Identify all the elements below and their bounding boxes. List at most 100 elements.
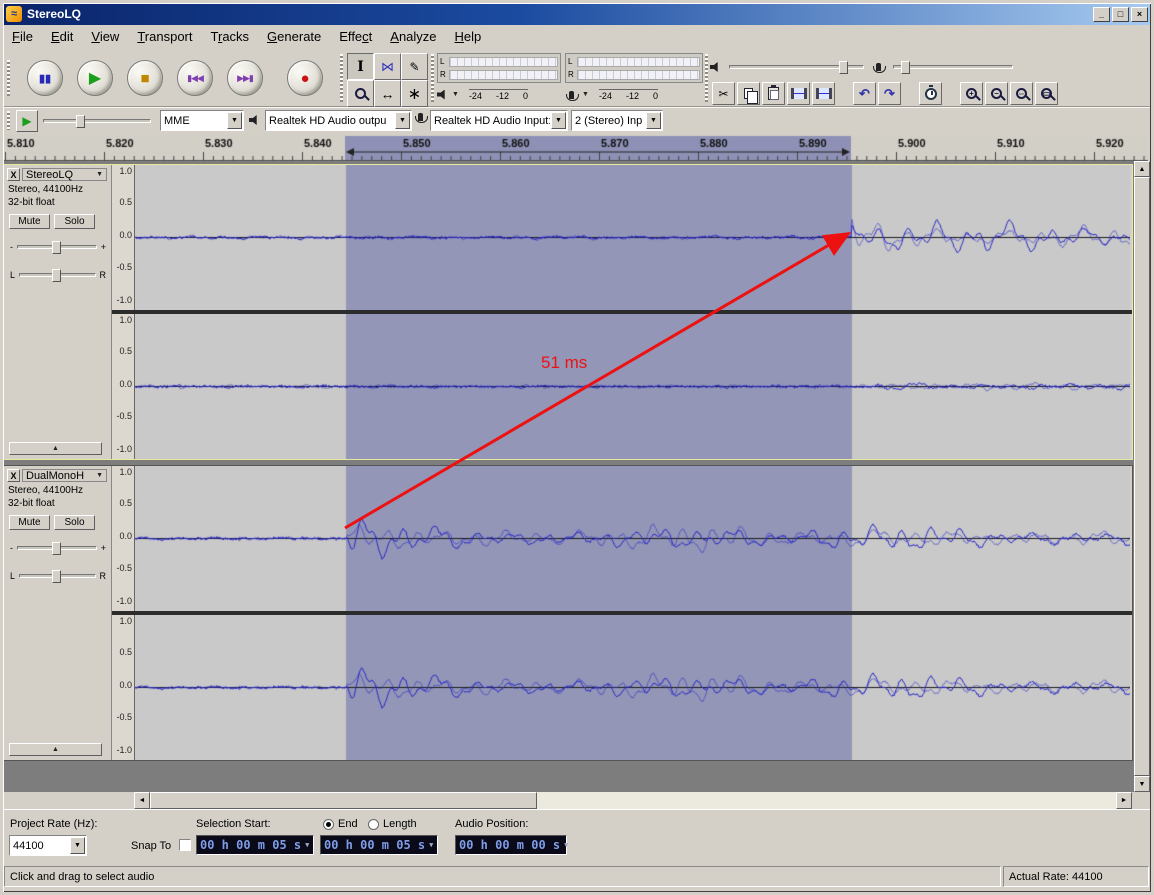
pan-slider[interactable]: L R <box>10 267 106 283</box>
input-device-select[interactable]: Realtek HD Audio Input: ▼ <box>430 110 568 131</box>
chevron-down-icon[interactable]: ▼ <box>395 112 410 129</box>
timer-record-button[interactable] <box>919 82 942 105</box>
snap-to-checkbox[interactable] <box>179 839 191 851</box>
track-collapse-button[interactable]: ▲ <box>9 743 102 756</box>
silence-button[interactable] <box>812 82 835 105</box>
envelope-tool-button[interactable]: ⋈ <box>374 53 401 80</box>
track-close-button[interactable]: X <box>7 469 20 482</box>
waveform-canvas[interactable] <box>135 466 1130 611</box>
project-rate-select[interactable]: 44100 ▼ <box>9 835 87 856</box>
playback-speed-slider[interactable] <box>43 115 151 128</box>
slider-thumb[interactable] <box>52 570 62 583</box>
waveform-canvas[interactable] <box>135 615 1130 760</box>
pause-button[interactable]: ▮▮ <box>27 60 63 96</box>
audio-host-select[interactable]: MME ▼ <box>160 110 244 131</box>
slider-thumb[interactable] <box>51 241 61 254</box>
chevron-down-icon[interactable]: ▼ <box>70 837 85 854</box>
zoom-out-button[interactable]: − <box>985 82 1008 105</box>
radio-end[interactable] <box>323 819 334 830</box>
minimize-button[interactable]: _ <box>1093 6 1110 22</box>
mute-button[interactable]: Mute <box>9 515 50 530</box>
scroll-left-icon[interactable]: ◄ <box>134 792 150 809</box>
stop-button[interactable]: ■ <box>127 60 163 96</box>
toolbar-grip[interactable] <box>7 60 10 96</box>
track-menu-button[interactable]: StereoLQ ▼ <box>22 168 107 181</box>
vertical-scrollbar[interactable]: ▲ ▼ <box>1134 161 1150 792</box>
gain-slider[interactable]: - + <box>10 239 106 255</box>
chevron-down-icon[interactable]: ▼ <box>646 112 661 129</box>
selection-start-field[interactable]: 00 h 00 m 05 s ▼ <box>196 835 314 855</box>
input-channels-select[interactable]: 2 (Stereo) Inp ▼ <box>571 110 663 131</box>
chevron-down-icon[interactable]: ▼ <box>564 841 568 849</box>
slider-thumb[interactable] <box>839 61 849 74</box>
chevron-down-icon[interactable]: ▼ <box>551 112 566 129</box>
cut-button[interactable]: ✂ <box>712 82 735 105</box>
maximize-button[interactable]: □ <box>1112 6 1129 22</box>
gain-slider[interactable]: - + <box>10 540 106 556</box>
toolbar-grip[interactable] <box>431 54 434 102</box>
timeshift-tool-button[interactable]: ↔ <box>374 80 401 107</box>
draw-tool-button[interactable]: ✎ <box>401 53 428 80</box>
toolbar-grip[interactable] <box>340 54 343 102</box>
scroll-up-icon[interactable]: ▲ <box>1134 161 1150 177</box>
toolbar-grip[interactable] <box>705 54 708 102</box>
paste-button[interactable] <box>762 82 785 105</box>
skip-to-end-button[interactable]: ▶▶▮ <box>227 60 263 96</box>
slider-thumb[interactable] <box>52 269 62 282</box>
menu-help[interactable]: Help <box>446 27 491 46</box>
menu-file[interactable]: File <box>3 27 42 46</box>
close-button[interactable]: × <box>1131 6 1148 22</box>
chevron-down-icon[interactable]: ▼ <box>227 112 242 129</box>
copy-button[interactable] <box>737 82 760 105</box>
record-button[interactable]: ● <box>287 60 323 96</box>
chevron-down-icon[interactable]: ▼ <box>452 91 459 98</box>
input-meter[interactable]: L R ▼ -24 -12 0 <box>565 53 703 105</box>
play-button[interactable]: ▶ <box>77 60 113 96</box>
menu-edit[interactable]: Edit <box>42 27 82 46</box>
output-meter[interactable]: L R ▼ -24 -12 0 <box>437 53 561 105</box>
solo-button[interactable]: Solo <box>54 515 95 530</box>
input-volume-slider[interactable] <box>893 61 1013 74</box>
mute-button[interactable]: Mute <box>9 214 50 229</box>
menu-effect[interactable]: Effect <box>330 27 381 46</box>
waveform-canvas[interactable] <box>135 314 1130 459</box>
zoom-tool-button[interactable] <box>347 80 374 107</box>
play-at-speed-button[interactable]: ▶ <box>16 110 38 132</box>
track-menu-button[interactable]: DualMonoH ▼ <box>22 469 107 482</box>
menu-analyze[interactable]: Analyze <box>381 27 445 46</box>
output-volume-slider[interactable] <box>729 61 864 74</box>
chevron-down-icon[interactable]: ▼ <box>582 91 589 98</box>
menu-generate[interactable]: Generate <box>258 27 330 46</box>
undo-button[interactable]: ↶ <box>853 82 876 105</box>
toolbar-grip[interactable] <box>7 111 10 130</box>
fit-project-button[interactable]: ▭ <box>1035 82 1058 105</box>
menu-view[interactable]: View <box>82 27 128 46</box>
slider-thumb[interactable] <box>75 115 85 128</box>
menu-tracks[interactable]: Tracks <box>202 27 259 46</box>
chevron-down-icon[interactable]: ▼ <box>429 841 433 849</box>
zoom-in-button[interactable]: + <box>960 82 983 105</box>
multi-tool-button[interactable]: ∗ <box>401 80 428 107</box>
timeline-ruler-canvas[interactable] <box>3 134 1148 161</box>
scroll-down-icon[interactable]: ▼ <box>1134 776 1150 792</box>
horizontal-scrollbar[interactable]: ◄ ► <box>134 792 1132 809</box>
chevron-down-icon[interactable]: ▼ <box>305 841 309 849</box>
redo-button[interactable]: ↷ <box>878 82 901 105</box>
fit-selection-button[interactable]: ⇔ <box>1010 82 1033 105</box>
timeline-ruler[interactable] <box>3 134 1148 161</box>
pan-slider[interactable]: L R <box>10 568 106 584</box>
slider-thumb[interactable] <box>901 61 911 74</box>
radio-length[interactable] <box>368 819 379 830</box>
output-device-select[interactable]: Realtek HD Audio outpu ▼ <box>265 110 412 131</box>
audio-position-field[interactable]: 00 h 00 m 00 s ▼ <box>455 835 568 855</box>
track-collapse-button[interactable]: ▲ <box>9 442 102 455</box>
menu-transport[interactable]: Transport <box>128 27 201 46</box>
waveform-canvas[interactable] <box>135 165 1130 310</box>
horizontal-scrollbar-thumb[interactable] <box>150 792 537 809</box>
solo-button[interactable]: Solo <box>54 214 95 229</box>
scroll-right-icon[interactable]: ► <box>1116 792 1132 809</box>
track-close-button[interactable]: X <box>7 168 20 181</box>
selection-end-field[interactable]: 00 h 00 m 05 s ▼ <box>320 835 438 855</box>
vertical-scrollbar-thumb[interactable] <box>1134 177 1150 776</box>
slider-thumb[interactable] <box>51 542 61 555</box>
